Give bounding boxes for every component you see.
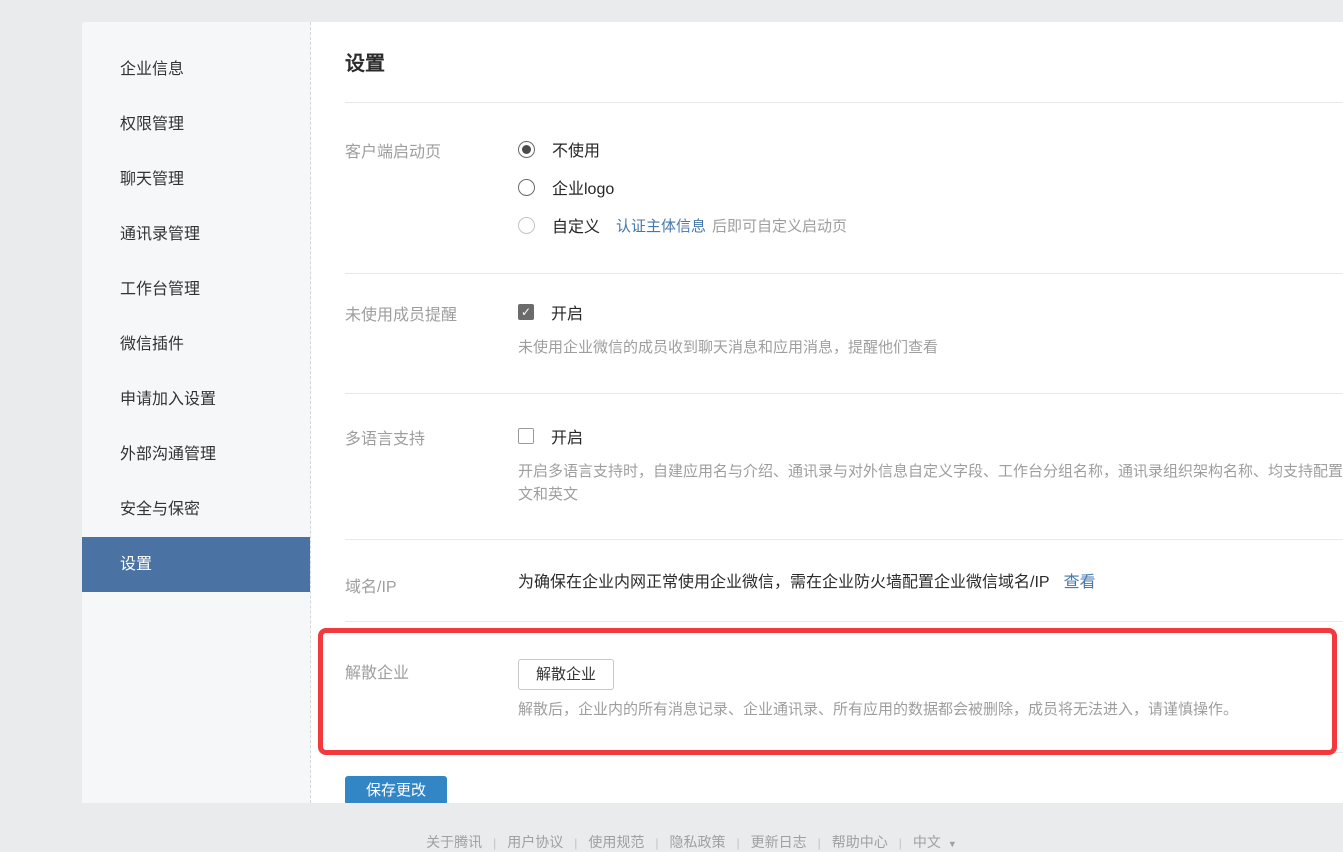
radio-checked-icon[interactable]: [518, 141, 535, 158]
radio-option-custom: 自定义 认证主体信息 后即可自定义启动页: [518, 212, 1343, 238]
footer-separator: |: [726, 836, 751, 850]
radio-option-label: 企业logo: [552, 175, 614, 199]
section-dissolve-enterprise: 解散企业 解散企业 解散后，企业内的所有消息记录、企业通讯录、所有应用的数据都会…: [345, 622, 1343, 753]
section-multilingual-support: 多语言支持 开启 开启多语言支持时，自建应用名与介绍、通讯录与对外信息自定义字段…: [345, 394, 1343, 540]
footer-links: 关于腾讯|用户协议|使用规范|隐私政策|更新日志|帮助中心|中文▼: [426, 832, 957, 852]
radio-option-label: 不使用: [552, 137, 600, 161]
section-label: 未使用成员提醒: [345, 301, 518, 359]
custom-option-hint: 后即可自定义启动页: [712, 215, 847, 236]
section-client-launch-page: 客户端启动页 不使用 企业logo 自定义 认证主体信息 后即可自定义启动页: [345, 103, 1343, 274]
sidebar-item-permission-mgmt[interactable]: 权限管理: [82, 97, 310, 152]
section-unused-member-reminder: 未使用成员提醒 ✓ 开启 未使用企业微信的成员收到聊天消息和应用消息，提醒他们查…: [345, 274, 1343, 394]
unused-reminder-description: 未使用企业微信的成员收到聊天消息和应用消息，提醒他们查看: [518, 336, 1343, 359]
sidebar-item-enterprise-info[interactable]: 企业信息: [82, 42, 310, 97]
section-label: 客户端启动页: [345, 136, 518, 238]
sidebar-item-security[interactable]: 安全与保密: [82, 482, 310, 537]
sidebar-item-contacts-mgmt[interactable]: 通讯录管理: [82, 207, 310, 262]
sidebar-item-external-comm[interactable]: 外部沟通管理: [82, 427, 310, 482]
view-link[interactable]: 查看: [1064, 574, 1096, 591]
footer-separator: |: [888, 836, 913, 850]
sidebar: 企业信息 权限管理 聊天管理 通讯录管理 工作台管理 微信插件 申请加入设置 外…: [82, 22, 311, 803]
language-selector[interactable]: 中文 ▼: [913, 834, 957, 850]
section-label: 域名/IP: [345, 573, 518, 597]
dissolve-enterprise-button[interactable]: 解散企业: [518, 659, 614, 690]
sidebar-item-wechat-plugin[interactable]: 微信插件: [82, 317, 310, 372]
footer-link-user-agreement[interactable]: 用户协议: [507, 834, 563, 850]
footer-link-help-center[interactable]: 帮助中心: [832, 834, 888, 850]
domain-ip-description: 为确保在企业内网正常使用企业微信，需在企业防火墙配置企业微信域名/IP: [518, 574, 1050, 591]
radio-option-label: 自定义: [552, 213, 600, 237]
radio-option-enterprise-logo[interactable]: 企业logo: [518, 174, 1343, 200]
domain-ip-text: 为确保在企业内网正常使用企业微信，需在企业防火墙配置企业微信域名/IP 查看: [518, 573, 1343, 593]
unused-reminder-toggle[interactable]: ✓ 开启: [518, 301, 1343, 323]
radio-option-no-use[interactable]: 不使用: [518, 136, 1343, 162]
sidebar-item-workbench-mgmt[interactable]: 工作台管理: [82, 262, 310, 317]
footer-separator: |: [482, 836, 507, 850]
toggle-label: 开启: [551, 424, 583, 448]
radio-disabled-icon: [518, 217, 535, 234]
language-label: 中文: [913, 834, 941, 850]
footer-separator: |: [563, 836, 588, 850]
footer-link-about-tencent[interactable]: 关于腾讯: [426, 834, 482, 850]
save-changes-button[interactable]: 保存更改: [345, 776, 447, 805]
main-content: 设置 客户端启动页 不使用 企业logo 自定义 认证主体信息 后即可自定义启动…: [312, 22, 1343, 803]
footer-separator: |: [807, 836, 832, 850]
multilingual-description-line1: 开启多语言支持时，自建应用名与介绍、通讯录与对外信息自定义字段、工作台分组名称，…: [518, 460, 1343, 483]
multilingual-description-line2: 文和英文: [518, 483, 1343, 506]
footer-link-changelog[interactable]: 更新日志: [751, 834, 807, 850]
page-footer: 关于腾讯|用户协议|使用规范|隐私政策|更新日志|帮助中心|中文▼: [0, 803, 1343, 845]
dissolve-warning-description: 解散后，企业内的所有消息记录、企业通讯录、所有应用的数据都会被删除，成员将无法进…: [518, 702, 1343, 717]
settings-panel: 企业信息 权限管理 聊天管理 通讯录管理 工作台管理 微信插件 申请加入设置 外…: [82, 22, 1343, 803]
sidebar-item-join-settings[interactable]: 申请加入设置: [82, 372, 310, 427]
section-domain-ip: 域名/IP 为确保在企业内网正常使用企业微信，需在企业防火墙配置企业微信域名/I…: [345, 540, 1343, 622]
checkbox-checked-icon[interactable]: ✓: [518, 304, 534, 320]
radio-unchecked-icon[interactable]: [518, 179, 535, 196]
caret-down-icon: ▼: [948, 839, 957, 849]
toggle-label: 开启: [551, 300, 583, 324]
footer-link-privacy-policy[interactable]: 隐私政策: [670, 834, 726, 850]
verify-subject-info-link[interactable]: 认证主体信息: [616, 215, 706, 236]
section-label: 多语言支持: [345, 425, 518, 506]
sidebar-item-settings[interactable]: 设置: [82, 537, 310, 592]
checkbox-unchecked-icon[interactable]: [518, 428, 534, 444]
multilingual-toggle[interactable]: 开启: [518, 425, 1343, 447]
sidebar-item-chat-mgmt[interactable]: 聊天管理: [82, 152, 310, 207]
page-title: 设置: [345, 22, 1343, 103]
footer-separator: |: [644, 836, 669, 850]
section-label: 解散企业: [345, 659, 518, 717]
footer-link-usage-rules[interactable]: 使用规范: [588, 834, 644, 850]
